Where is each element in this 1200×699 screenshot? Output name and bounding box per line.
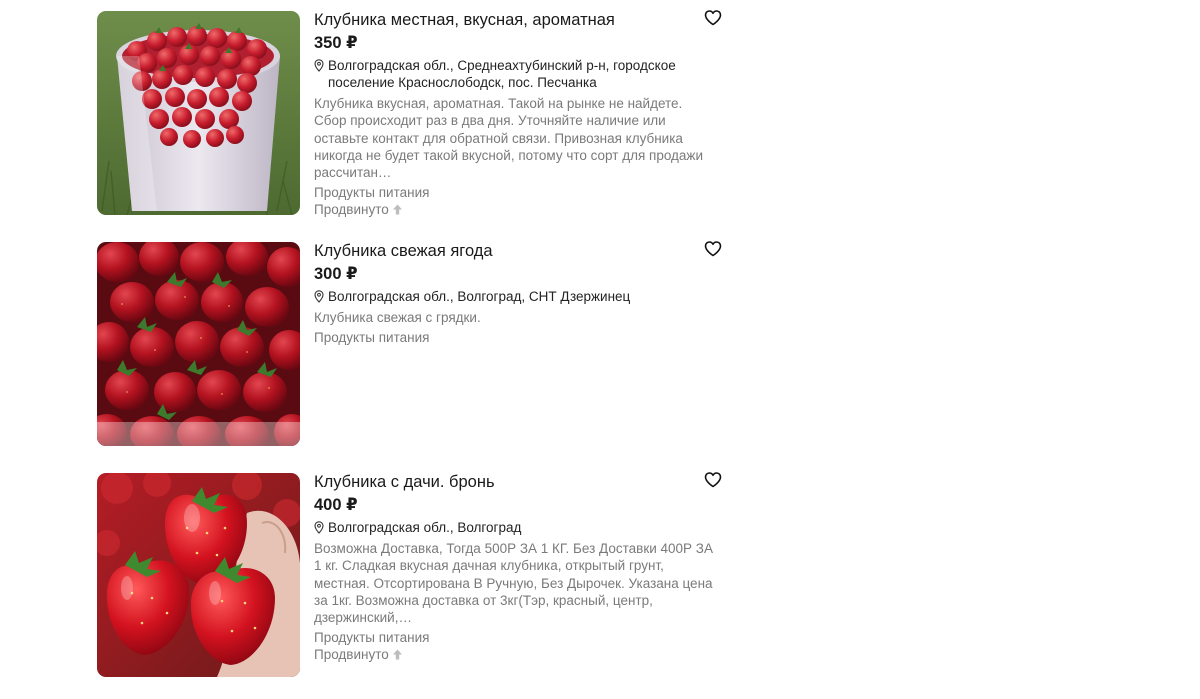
listing-title[interactable]: Клубника местная, вкусная, ароматная bbox=[314, 10, 714, 30]
strawberries-in-hand-image bbox=[97, 473, 300, 677]
listing-category: Продукты питания bbox=[314, 330, 430, 346]
arrow-up-icon bbox=[392, 649, 402, 660]
listing-card[interactable]: Клубника свежая ягода 300 ₽ Волгоградска… bbox=[97, 240, 727, 446]
listing-price: 300 ₽ bbox=[314, 265, 358, 283]
listing-category: Продукты питания bbox=[314, 630, 430, 646]
strawberries-in-bucket-image bbox=[97, 11, 300, 215]
listing-address: Волгоградская обл., Волгоград, СНТ Дзерж… bbox=[314, 288, 714, 305]
listing-address-text: Волгоградская обл., Волгоград, СНТ Дзерж… bbox=[328, 289, 631, 304]
listing-price: 350 ₽ bbox=[314, 34, 358, 52]
promoted-badge: Продвинуто bbox=[314, 201, 714, 218]
heart-outline-icon[interactable] bbox=[704, 471, 722, 489]
heart-outline-icon[interactable] bbox=[704, 240, 722, 258]
heart-outline-icon[interactable] bbox=[704, 9, 722, 27]
listing-info: Клубника свежая ягода 300 ₽ Волгоградска… bbox=[314, 242, 714, 346]
listing-card[interactable]: Клубника с дачи. бронь 400 ₽ Волгоградск… bbox=[97, 471, 727, 677]
listing-photo[interactable] bbox=[97, 11, 300, 215]
listing-photo[interactable] bbox=[97, 473, 300, 677]
listing-info: Клубника с дачи. бронь 400 ₽ Волгоградск… bbox=[314, 473, 714, 663]
location-pin-icon bbox=[314, 59, 324, 72]
location-pin-icon bbox=[314, 521, 324, 534]
listing-photo[interactable] bbox=[97, 242, 300, 446]
listing-title[interactable]: Клубника с дачи. бронь bbox=[314, 472, 714, 492]
listing-info: Клубника местная, вкусная, ароматная 350… bbox=[314, 11, 714, 218]
listing-description: Возможна Доставка, Тогда 500Р ЗА 1 КГ. Б… bbox=[314, 541, 713, 626]
listing-address-text: Волгоградская обл., Среднеахтубинский р-… bbox=[328, 58, 676, 90]
location-pin-icon bbox=[314, 290, 324, 303]
listing-price: 400 ₽ bbox=[314, 496, 358, 514]
listing-address: Волгоградская обл., Волгоград bbox=[314, 519, 714, 536]
promoted-label: Продвинуто bbox=[314, 202, 389, 218]
listing-address-text: Волгоградская обл., Волгоград bbox=[328, 520, 522, 535]
promoted-badge: Продвинуто bbox=[314, 646, 714, 663]
listing-category: Продукты питания bbox=[314, 185, 430, 201]
listing-description: Клубника свежая с грядки. bbox=[314, 310, 481, 325]
listing-description: Клубника вкусная, ароматная. Такой на ры… bbox=[314, 96, 703, 181]
listing-address: Волгоградская обл., Среднеахтубинский р-… bbox=[314, 57, 714, 91]
listing-card[interactable]: Клубника местная, вкусная, ароматная 350… bbox=[97, 9, 727, 218]
strawberries-closeup-image bbox=[97, 242, 300, 446]
arrow-up-icon bbox=[392, 204, 402, 215]
listing-title[interactable]: Клубника свежая ягода bbox=[314, 241, 714, 261]
promoted-label: Продвинуто bbox=[314, 647, 389, 663]
